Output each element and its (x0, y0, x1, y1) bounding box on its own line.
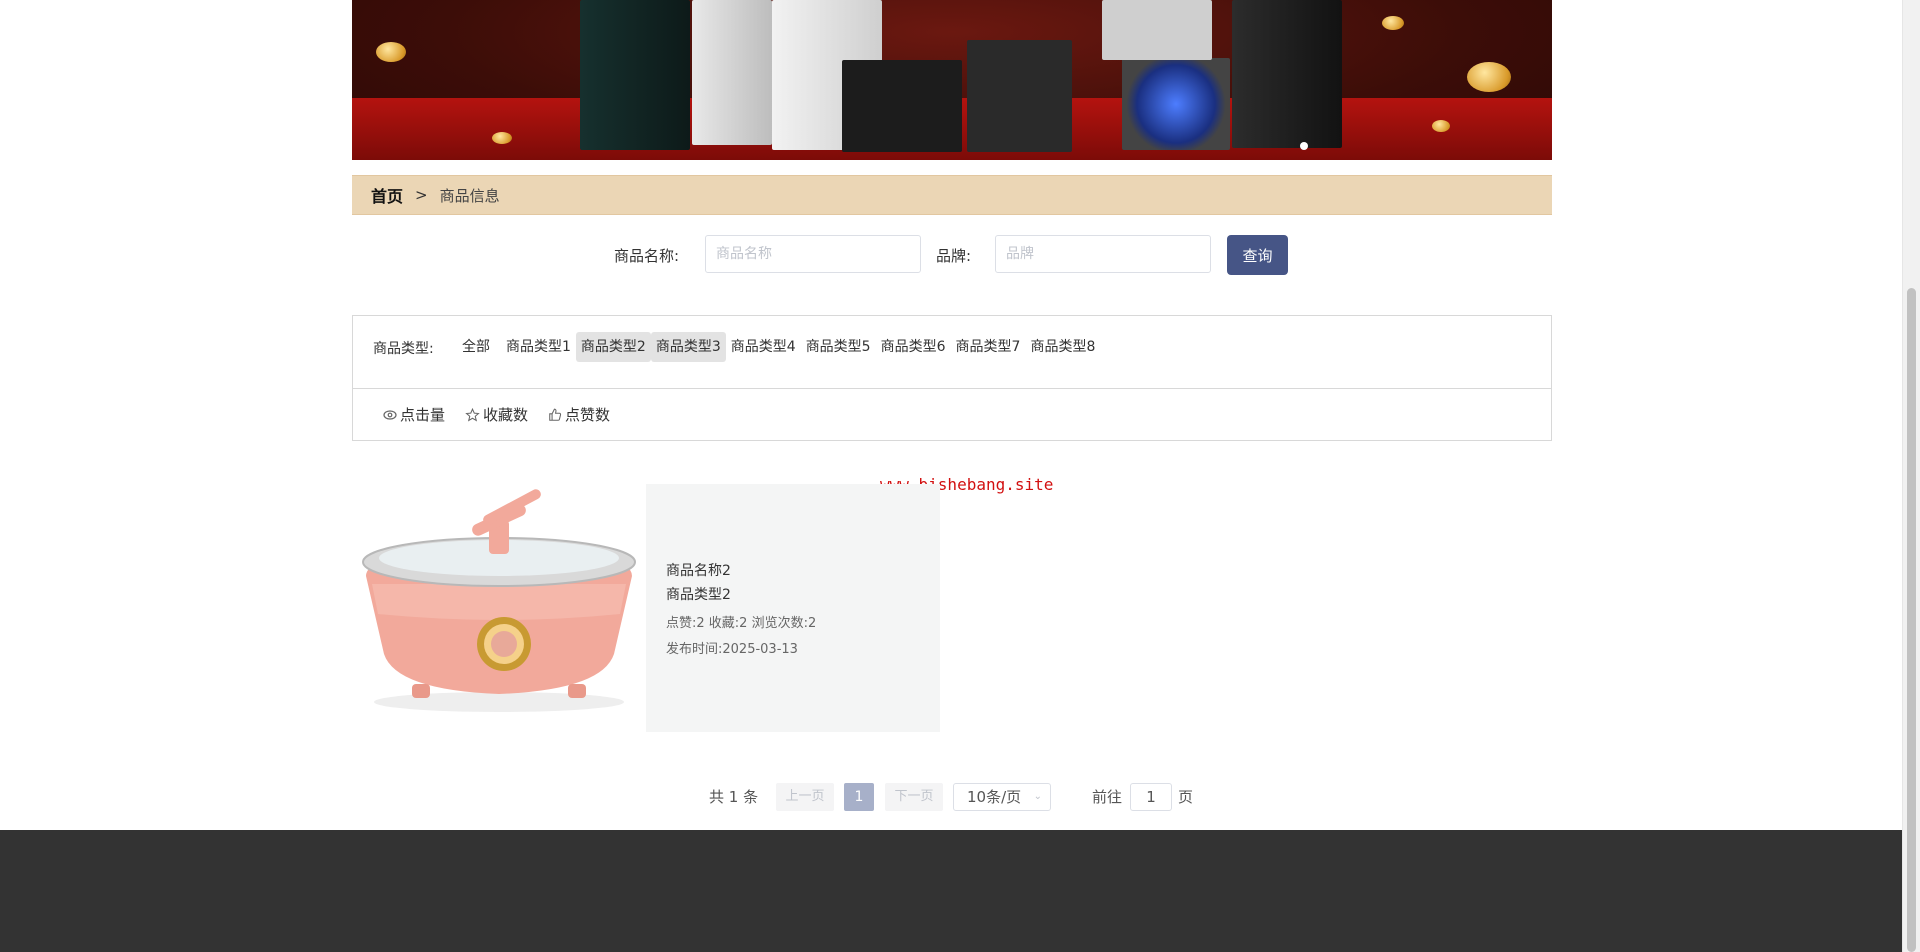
scrollbar-thumb[interactable] (1907, 288, 1916, 952)
product-publish-time: 发布时间:2025-03-13 (666, 642, 798, 657)
power-supply (967, 40, 1072, 152)
search-bar: 商品名称: 品牌: 查询 (0, 235, 1920, 275)
product-info: 商品名称2 商品类型2 点赞:2 收藏:2 浏览次数:2 发布时间:2025-0… (646, 484, 940, 732)
hero-banner[interactable] (352, 0, 1552, 160)
type-option[interactable]: 商品类型1 (501, 332, 576, 362)
product-stats: 点赞:2 收藏:2 浏览次数:2 (666, 616, 817, 631)
page-size-value: 10条/页 (967, 788, 1022, 806)
filter-panel: 商品类型: 全部 商品类型1 商品类型2 商品类型3 商品类型4 商品类型5 商… (352, 315, 1552, 441)
banner-coin (376, 42, 406, 62)
product-name-input[interactable] (705, 235, 921, 273)
sort-by-likes[interactable]: 点赞数 (548, 404, 610, 425)
goto-label: 前往 (1092, 788, 1123, 806)
pagination: 共 1 条 上一页 1 下一页 10条/页 ⌄ 前往 1 页 (0, 783, 1920, 811)
power-supply (842, 60, 962, 152)
product-image[interactable] (352, 484, 646, 732)
goto-suffix: 页 (1178, 788, 1194, 806)
next-page-button[interactable]: 下一页 (885, 783, 943, 811)
pc-case (692, 0, 772, 145)
vertical-scrollbar[interactable] (1902, 0, 1920, 952)
sort-by-favorites[interactable]: 收藏数 (465, 404, 528, 425)
type-options: 全部 商品类型1 商品类型2 商品类型3 商品类型4 商品类型5 商品类型6 商… (457, 332, 1100, 362)
thumbs-up-icon (549, 408, 562, 421)
star-icon (465, 407, 480, 421)
banner-coin (1467, 62, 1511, 92)
banner-coin (1382, 16, 1404, 30)
breadcrumb-current: 商品信息 (439, 186, 500, 205)
pagination-total: 共 1 条 (709, 788, 759, 806)
brand-label: 品牌: (936, 247, 972, 265)
sort-label: 点击量 (400, 406, 446, 424)
sort-label: 收藏数 (483, 406, 529, 424)
page-footer (0, 830, 1903, 952)
product-name[interactable]: 商品名称2 (666, 560, 731, 580)
search-button[interactable]: 查询 (1227, 235, 1288, 275)
banner-coin (1432, 120, 1450, 132)
pc-case (1102, 0, 1212, 60)
product-type: 商品类型2 (666, 587, 731, 603)
type-option[interactable]: 商品类型8 (1025, 332, 1100, 362)
sort-row: 点击量 收藏数 点赞数 (383, 404, 630, 425)
cpu-cooler (1122, 58, 1230, 150)
product-name-label: 商品名称: (614, 247, 680, 265)
type-option[interactable]: 商品类型4 (726, 332, 801, 362)
type-option-all[interactable]: 全部 (457, 332, 495, 362)
carousel-indicator[interactable] (1300, 142, 1308, 150)
pc-case (580, 0, 690, 150)
goto-page-input[interactable]: 1 (1130, 783, 1172, 811)
type-option[interactable]: 商品类型7 (951, 332, 1026, 362)
breadcrumb-home[interactable]: 首页 (371, 183, 403, 207)
banner-coin (492, 132, 512, 144)
chevron-down-icon: ⌄ (1033, 791, 1042, 802)
type-option[interactable]: 商品类型5 (801, 332, 876, 362)
type-option[interactable]: 商品类型3 (650, 332, 726, 362)
product-card[interactable]: 商品名称2 商品类型2 点赞:2 收藏:2 浏览次数:2 发布时间:2025-0… (352, 484, 940, 732)
pc-case (1232, 0, 1342, 148)
prev-page-button[interactable]: 上一页 (776, 783, 834, 811)
type-option[interactable]: 商品类型6 (876, 332, 951, 362)
brand-input[interactable] (995, 235, 1211, 273)
eye-icon (383, 409, 397, 420)
type-option[interactable]: 商品类型2 (575, 332, 651, 362)
sort-label: 点赞数 (565, 406, 611, 424)
type-filter-label: 商品类型: (373, 341, 434, 357)
sort-by-clicks[interactable]: 点击量 (383, 404, 445, 425)
type-filter-row: 商品类型: 全部 商品类型1 商品类型2 商品类型3 商品类型4 商品类型5 商… (353, 316, 1551, 389)
hot-pot-illustration (362, 489, 636, 712)
page-number-current[interactable]: 1 (844, 783, 874, 811)
page-size-select[interactable]: 10条/页 ⌄ (953, 783, 1051, 811)
breadcrumb: 首页 > 商品信息 (352, 175, 1552, 215)
breadcrumb-separator: > (415, 186, 428, 204)
